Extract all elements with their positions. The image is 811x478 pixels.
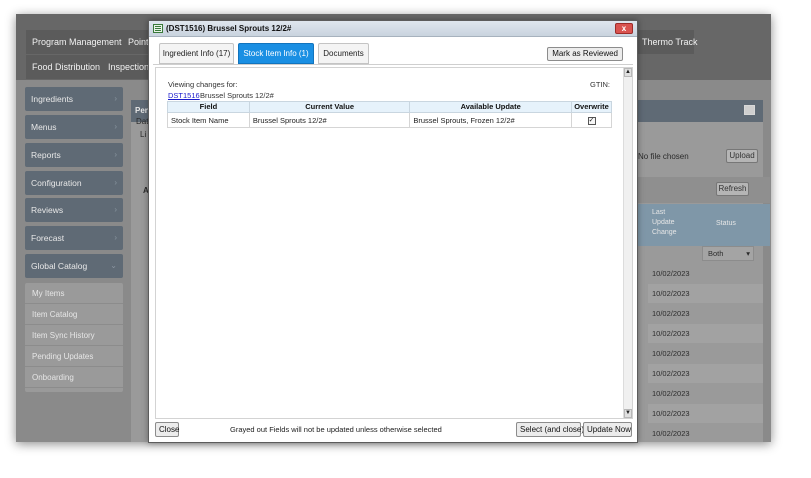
mark-as-reviewed-button[interactable]: Mark as Reviewed: [547, 47, 623, 61]
column-header-current-value: Current Value: [248, 101, 411, 113]
upload-button[interactable]: Upload: [726, 149, 758, 163]
table-row[interactable]: 10/02/2023: [648, 284, 763, 303]
sidebar-item-label: Forecast: [31, 233, 65, 243]
sidebar-item-configuration[interactable]: Configuration ›: [25, 171, 123, 195]
panel-text: Li: [140, 130, 147, 139]
nav-program-management[interactable]: Program Management: [26, 30, 128, 54]
panel-menu-icon[interactable]: [744, 105, 755, 115]
column-header-overwrite: Overwrite: [571, 101, 612, 113]
sidebar-item-menus[interactable]: Menus ›: [25, 115, 123, 139]
sidebar-item-global-catalog[interactable]: Global Catalog ⌄: [25, 254, 123, 278]
sidebar-subitem-item-sync-history[interactable]: Item Sync History: [25, 325, 123, 346]
item-name: Brussel Sprouts 12/2#: [200, 91, 274, 100]
cell-available-update: Brussel Sprouts, Frozen 12/2#: [409, 112, 572, 128]
item-update-dialog: (DST1516) Brussel Sprouts 12/2# x Ingred…: [148, 20, 638, 443]
overwrite-checkbox[interactable]: ✓: [587, 116, 596, 125]
status-filter-select[interactable]: Both ▾: [702, 246, 754, 261]
chevron-right-icon: ›: [114, 150, 117, 159]
row-date: 10/02/2023: [652, 389, 690, 398]
chevron-down-icon: ⌄: [110, 261, 117, 270]
gtin-label: GTIN:: [590, 80, 610, 89]
select-and-close-button[interactable]: Select (and close): [516, 422, 584, 437]
row-date: 10/02/2023: [652, 369, 690, 378]
sidebar-item-ingredients[interactable]: Ingredients ›: [25, 87, 123, 111]
sidebar-item-reports[interactable]: Reports ›: [25, 143, 123, 167]
sidebar-item-label: Global Catalog: [31, 261, 88, 271]
table-row: Stock Item Name Brussel Sprouts 12/2# Br…: [167, 112, 612, 128]
status-filter-value: Both: [708, 249, 724, 258]
footer-note: Grayed out Fields will not be updated un…: [230, 425, 442, 434]
row-date: 10/02/2023: [652, 269, 690, 278]
dialog-title: (DST1516) Brussel Sprouts 12/2#: [166, 24, 292, 33]
panel-text: Dat: [136, 117, 149, 126]
nav-food-distribution[interactable]: Food Distribution: [26, 55, 107, 79]
row-date: 10/02/2023: [652, 429, 690, 438]
dialog-footer: Close Grayed out Fields will not be upda…: [155, 421, 633, 439]
table-row[interactable]: 10/02/2023: [648, 404, 763, 423]
scroll-down-arrow-icon[interactable]: ▼: [624, 409, 632, 418]
chevron-right-icon: ›: [114, 94, 117, 103]
table-row[interactable]: 10/02/2023: [648, 324, 763, 343]
table-row[interactable]: 10/02/2023: [648, 364, 763, 383]
grid-toolbar: [636, 177, 770, 203]
changes-table: Field Current Value Available Update Ove…: [167, 101, 612, 128]
sidebar-subitem-pending-updates[interactable]: Pending Updates: [25, 346, 123, 367]
dialog-body: Viewing changes for: GTIN: DST1516 Bruss…: [155, 67, 633, 419]
vertical-scrollbar[interactable]: ▲ ▼: [623, 68, 632, 418]
update-now-button[interactable]: Update Now: [583, 422, 632, 437]
nav-thermo-track[interactable]: Thermo Track: [636, 30, 698, 54]
sidebar-submenu: My Items Item Catalog Item Sync History …: [25, 283, 123, 392]
refresh-button[interactable]: Refresh: [716, 182, 749, 196]
table-row[interactable]: 10/02/2023: [648, 344, 763, 363]
row-date: 10/02/2023: [652, 309, 690, 318]
cell-overwrite: ✓: [571, 112, 612, 128]
column-header-available-update: Available Update: [409, 101, 572, 113]
scroll-up-arrow-icon[interactable]: ▲: [624, 68, 632, 77]
table-row[interactable]: 10/02/2023: [648, 264, 763, 283]
close-button[interactable]: Close: [155, 422, 179, 437]
table-row[interactable]: 10/02/2023: [648, 384, 763, 403]
row-date: 10/02/2023: [652, 349, 690, 358]
tab-documents[interactable]: Documents: [318, 43, 369, 64]
chevron-right-icon: ›: [114, 205, 117, 214]
dropdown-arrow-icon: ▾: [746, 249, 750, 258]
column-last-update-change[interactable]: Last Update Change: [652, 208, 686, 238]
sidebar-subitem-my-items[interactable]: My Items: [25, 283, 123, 304]
chevron-right-icon: ›: [114, 122, 117, 131]
sidebar-subitem-item-catalog[interactable]: Item Catalog: [25, 304, 123, 325]
grid-header: Last Update Change Status: [636, 204, 770, 246]
sidebar-item-label: Ingredients: [31, 94, 74, 104]
chevron-right-icon: ›: [114, 233, 117, 242]
item-code-link[interactable]: DST1516: [168, 91, 200, 100]
cell-current-value: Brussel Sprouts 12/2#: [248, 112, 411, 128]
dialog-tabs: Ingredient Info (17) Stock Item Info (1)…: [153, 39, 633, 65]
tab-stock-item-info[interactable]: Stock Item Info (1): [238, 43, 314, 64]
viewing-changes-label: Viewing changes for:: [168, 80, 238, 89]
chevron-right-icon: ›: [114, 178, 117, 187]
sidebar-item-forecast[interactable]: Forecast ›: [25, 226, 123, 250]
no-file-chosen-text: No file chosen: [638, 152, 689, 161]
column-status[interactable]: Status: [716, 220, 736, 227]
sidebar-item-label: Menus: [31, 122, 57, 132]
sidebar-item-label: Reviews: [31, 205, 64, 215]
row-date: 10/02/2023: [652, 289, 690, 298]
table-row[interactable]: 10/02/2023: [648, 424, 763, 442]
sidebar-subitem-onboarding[interactable]: Onboarding: [25, 367, 123, 388]
row-date: 10/02/2023: [652, 409, 690, 418]
row-date: 10/02/2023: [652, 329, 690, 338]
tab-ingredient-info[interactable]: Ingredient Info (17): [159, 43, 234, 64]
dialog-close-button[interactable]: x: [615, 23, 633, 34]
sidebar-item-label: Reports: [31, 150, 61, 160]
window-icon: [153, 24, 163, 33]
sidebar-item-reviews[interactable]: Reviews ›: [25, 198, 123, 222]
column-header-field: Field: [167, 101, 250, 113]
table-row[interactable]: 10/02/2023: [648, 304, 763, 323]
sidebar-item-label: Configuration: [31, 178, 82, 188]
dialog-titlebar[interactable]: (DST1516) Brussel Sprouts 12/2# x: [149, 21, 637, 37]
cell-field: Stock Item Name: [167, 112, 250, 128]
